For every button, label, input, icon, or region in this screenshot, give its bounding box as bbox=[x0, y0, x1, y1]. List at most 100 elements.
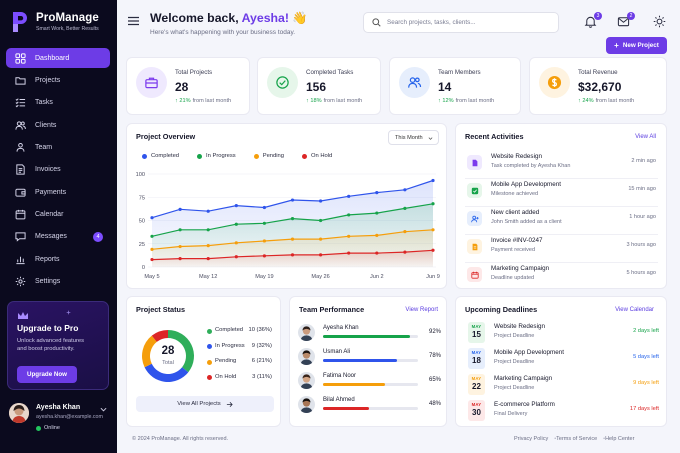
data-point[interactable] bbox=[375, 191, 379, 195]
team-member-percent: 48% bbox=[428, 401, 441, 407]
data-point[interactable] bbox=[290, 237, 295, 241]
data-point[interactable] bbox=[150, 234, 154, 238]
view-report-link[interactable]: View Report bbox=[405, 307, 438, 313]
team-member-percent: 65% bbox=[428, 377, 441, 383]
data-point[interactable] bbox=[403, 188, 407, 192]
data-point[interactable] bbox=[319, 199, 323, 203]
data-point[interactable] bbox=[234, 204, 238, 208]
data-point[interactable] bbox=[290, 198, 295, 202]
team-member-row[interactable]: Ayesha Khan 92% bbox=[298, 323, 442, 345]
activity-item[interactable]: Website Redesign Task completed by Ayesha… bbox=[465, 151, 658, 179]
data-point[interactable] bbox=[319, 253, 323, 257]
sidebar-nav: Dashboard Projects Tasks Clients Team Invoice… bbox=[6, 48, 110, 294]
activity-title: Website Redesign bbox=[491, 153, 542, 160]
data-point[interactable] bbox=[431, 202, 435, 206]
data-point[interactable] bbox=[347, 234, 351, 238]
data-point[interactable] bbox=[319, 218, 323, 223]
view-all-projects-button[interactable]: View All Projects bbox=[136, 396, 274, 412]
data-point[interactable] bbox=[290, 253, 295, 257]
deadline-item[interactable]: MAY 22 Marketing Campaign Project Deadline 9… bbox=[465, 374, 659, 400]
activity-item[interactable]: New client added John Smith added as a cl… bbox=[465, 207, 658, 235]
data-point[interactable] bbox=[206, 244, 210, 248]
team-member-row[interactable]: Bilal Ahmed 48% bbox=[298, 395, 442, 417]
data-point[interactable] bbox=[319, 237, 323, 241]
data-point[interactable] bbox=[403, 230, 407, 234]
data-point[interactable] bbox=[262, 239, 266, 243]
data-point[interactable] bbox=[375, 233, 379, 237]
gear-icon bbox=[15, 276, 26, 287]
data-point[interactable] bbox=[347, 194, 351, 198]
brand-logo[interactable]: ProManage Smart Work, Better Results bbox=[10, 10, 99, 34]
crown-icon bbox=[18, 312, 28, 319]
team-member-row[interactable]: Usman Ali 78% bbox=[298, 347, 442, 369]
activity-item[interactable]: Marketing Campaign Deadline updated 5 hour… bbox=[465, 263, 658, 291]
sidebar-item-clients[interactable]: Clients bbox=[6, 115, 110, 135]
search-input[interactable] bbox=[387, 19, 547, 26]
stat-icon-badge bbox=[136, 67, 167, 98]
data-point[interactable] bbox=[150, 247, 154, 251]
data-point[interactable] bbox=[178, 244, 182, 249]
activity-item[interactable]: Invoice #INV-0247 Payment received 3 hours… bbox=[465, 235, 658, 263]
new-project-button[interactable]: + New Project bbox=[606, 37, 667, 54]
status-value: 6 (21%) bbox=[251, 358, 272, 364]
data-point[interactable] bbox=[262, 205, 266, 210]
data-point[interactable] bbox=[178, 207, 182, 211]
data-point[interactable] bbox=[262, 221, 266, 225]
avatar bbox=[298, 348, 315, 365]
sidebar-item-reports[interactable]: Reports bbox=[6, 249, 110, 269]
sidebar-item-tasks[interactable]: Tasks bbox=[6, 93, 110, 113]
view-calendar-link[interactable]: View Calendar bbox=[615, 307, 654, 313]
data-point[interactable] bbox=[431, 228, 435, 232]
sidebar-item-projects[interactable]: Projects bbox=[6, 70, 110, 90]
data-point[interactable] bbox=[178, 257, 182, 261]
data-point[interactable] bbox=[347, 213, 351, 217]
data-point[interactable] bbox=[206, 257, 210, 261]
search-box[interactable] bbox=[363, 12, 559, 33]
sun-icon[interactable] bbox=[653, 15, 666, 28]
deadline-item[interactable]: MAY 18 Mobile App Development Project Deadl… bbox=[465, 348, 659, 374]
deadline-item[interactable]: MAY 30 E-commerce Platform Final Delivery 17… bbox=[465, 400, 659, 426]
stat-trend-value: 18% bbox=[310, 98, 322, 104]
data-point[interactable] bbox=[290, 217, 295, 221]
footer-links: Privacy Policy • Terms of Service • Help C… bbox=[514, 436, 634, 442]
data-point[interactable] bbox=[403, 250, 407, 254]
data-point[interactable] bbox=[403, 206, 407, 211]
activity-item[interactable]: Mobile App Development Milestone achieved… bbox=[465, 179, 658, 207]
project-overview-card: Project Overview This Month Completed In … bbox=[126, 123, 447, 289]
sidebar-item-team[interactable]: Team bbox=[6, 137, 110, 157]
data-point[interactable] bbox=[431, 178, 435, 183]
sidebar-item-settings[interactable]: Settings bbox=[6, 271, 110, 291]
deadline-item[interactable]: MAY 15 Website Redesign Project Deadline 2 d… bbox=[465, 322, 659, 348]
help-center-link[interactable]: Help Center bbox=[605, 436, 634, 442]
status-label: Pending bbox=[215, 358, 237, 364]
chevron-down-icon[interactable] bbox=[100, 406, 107, 413]
data-point[interactable] bbox=[234, 255, 238, 259]
data-point[interactable] bbox=[262, 254, 266, 258]
data-point[interactable] bbox=[347, 251, 351, 255]
data-point[interactable] bbox=[206, 228, 210, 232]
menu-icon[interactable] bbox=[128, 16, 139, 26]
data-point[interactable] bbox=[178, 228, 182, 232]
data-point[interactable] bbox=[375, 211, 379, 215]
data-point[interactable] bbox=[234, 222, 238, 226]
terms-link[interactable]: Terms of Service bbox=[556, 436, 597, 442]
data-point[interactable] bbox=[150, 216, 154, 220]
data-point[interactable] bbox=[375, 251, 379, 255]
data-point[interactable] bbox=[431, 248, 435, 252]
data-point[interactable] bbox=[234, 241, 238, 245]
user-profile[interactable]: Ayesha Khan ayesha.khan@example.com Onli… bbox=[9, 401, 109, 435]
donut-slice[interactable] bbox=[144, 363, 189, 382]
chat-icon bbox=[15, 232, 26, 242]
activity-icon-badge bbox=[467, 155, 482, 170]
sidebar-item-payments[interactable]: Payments bbox=[6, 182, 110, 202]
sidebar-item-calendar[interactable]: Calendar bbox=[6, 204, 110, 224]
view-all-activities-link[interactable]: View All bbox=[635, 134, 656, 140]
sidebar-item-invoices[interactable]: Invoices bbox=[6, 160, 110, 180]
privacy-policy-link[interactable]: Privacy Policy bbox=[514, 436, 548, 442]
data-point[interactable] bbox=[150, 257, 154, 262]
team-member-row[interactable]: Fatima Noor 65% bbox=[298, 371, 442, 393]
sidebar-item-messages[interactable]: Messages 4 bbox=[6, 227, 110, 247]
upgrade-button[interactable]: Upgrade Now bbox=[17, 366, 77, 383]
data-point[interactable] bbox=[206, 209, 210, 213]
sidebar-item-dashboard[interactable]: Dashboard bbox=[6, 48, 110, 68]
